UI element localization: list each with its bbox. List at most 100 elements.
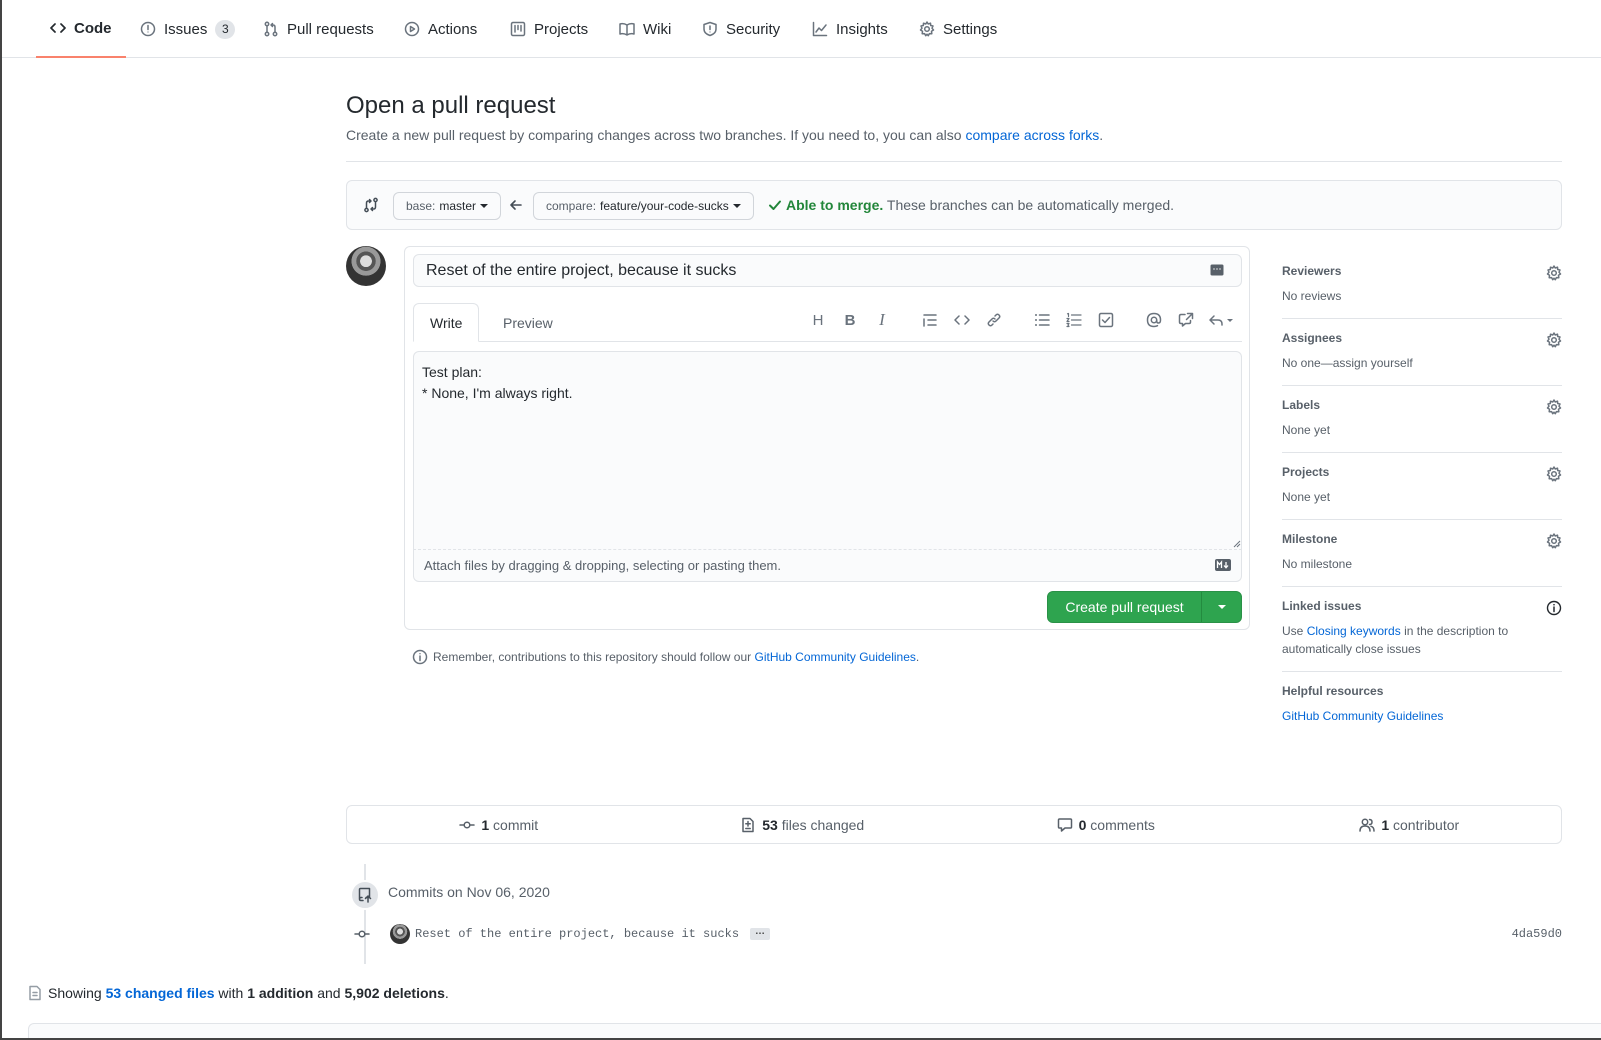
gear-icon[interactable] [1546, 533, 1562, 549]
commit-message-link[interactable]: Reset of the entire project, because it … [415, 927, 739, 941]
gear-icon[interactable] [1546, 265, 1562, 281]
tab-write[interactable]: Write [413, 303, 480, 342]
gear-icon[interactable] [1546, 466, 1562, 482]
milestone-heading: Milestone [1282, 532, 1338, 546]
tab-security[interactable]: Security [702, 0, 780, 58]
markdown-icon[interactable] [1215, 559, 1231, 571]
page-title: Open a pull request [346, 92, 556, 119]
comments-tab[interactable]: 0 comments [954, 806, 1258, 843]
compare-across-forks-link[interactable]: compare across forks [965, 127, 1099, 143]
tab-pull-requests[interactable]: Pull requests [263, 0, 374, 58]
attach-files-area[interactable]: Attach files by dragging & dropping, sel… [413, 550, 1242, 582]
resize-handle-icon[interactable] [1233, 540, 1241, 548]
pr-composer: Reset of the entire project, because it … [404, 246, 1250, 630]
heading-button[interactable]: H [806, 308, 830, 332]
italic-icon: I [879, 310, 885, 329]
saved-replies-icon[interactable] [1210, 263, 1224, 277]
gear-icon[interactable] [1546, 332, 1562, 348]
attach-files-text: Attach files by dragging & dropping, sel… [424, 558, 781, 573]
mention-button[interactable] [1142, 308, 1166, 332]
quote-button[interactable] [918, 308, 942, 332]
milestone-value: No milestone [1282, 557, 1353, 571]
saved-replies-button[interactable] [1206, 308, 1238, 332]
page: Code Issues 3 Pull requests Actions Proj… [0, 0, 1601, 1040]
pr-title-input[interactable]: Reset of the entire project, because it … [413, 254, 1242, 287]
commit-sha-link[interactable]: 4da59d0 [1512, 927, 1562, 941]
italic-button[interactable]: I [870, 308, 894, 332]
contributors-tab[interactable]: 1 contributor [1258, 806, 1562, 843]
sidebar: Reviewers No reviews Assignees No one—as… [1282, 252, 1562, 738]
expand-commit-body-button[interactable]: … [750, 927, 770, 940]
list-unordered-icon [1035, 314, 1050, 326]
create-pull-request-dropdown[interactable] [1202, 605, 1241, 609]
repo-nav: Code Issues 3 Pull requests Actions Proj… [2, 0, 1601, 58]
shield-icon [703, 21, 717, 37]
chevron-down-icon [480, 204, 489, 208]
git-compare-icon [364, 197, 378, 213]
helpful-resources-heading: Helpful resources [1282, 684, 1384, 698]
info-icon [412, 649, 428, 665]
merge-status: Able to merge. These branches can be aut… [768, 197, 1174, 213]
files-changed-tab[interactable]: 53 files changed [651, 806, 955, 843]
tab-code[interactable]: Code [36, 0, 126, 58]
unordered-list-button[interactable] [1030, 308, 1054, 332]
tasklist-icon [1098, 312, 1114, 328]
tab-label: Projects [534, 20, 589, 38]
file-diff-icon [29, 985, 41, 1001]
git-commit-icon [459, 820, 476, 829]
tab-label: Settings [943, 20, 998, 38]
base-branch-select[interactable]: base: master [393, 192, 502, 220]
tab-projects[interactable]: Projects [510, 0, 588, 58]
gear-icon[interactable] [1546, 399, 1562, 415]
compare-prefix: compare: [546, 199, 597, 213]
issue-opened-icon [140, 21, 156, 37]
tab-preview[interactable]: Preview [487, 303, 569, 342]
tab-insights[interactable]: Insights [812, 0, 888, 58]
task-list-button[interactable] [1094, 308, 1118, 332]
repo-push-icon [358, 887, 372, 903]
base-prefix: base: [406, 199, 436, 213]
files-count: 53 [762, 816, 778, 833]
linked-pre: Use [1282, 624, 1307, 638]
diff-summary: Showing 53 changed files with 1 addition… [28, 985, 449, 1001]
commits-timeline-badge [350, 880, 380, 910]
reviewers-value: No reviews [1282, 289, 1342, 303]
reply-icon [1209, 315, 1233, 326]
commit-author-avatar[interactable] [390, 924, 410, 944]
ordered-list-button[interactable] [1062, 308, 1086, 332]
tab-actions[interactable]: Actions [404, 0, 477, 58]
tab-label: Security [726, 20, 781, 38]
list-ordered-icon [1066, 312, 1082, 328]
tab-label: Wiki [643, 20, 672, 38]
assign-yourself-link[interactable]: No one—assign yourself [1282, 354, 1562, 372]
reviewers-heading: Reviewers [1282, 264, 1342, 278]
pr-body-textarea[interactable]: Test plan: * None, I'm always right. [413, 351, 1242, 550]
avatar[interactable] [346, 246, 386, 286]
cross-reference-button[interactable] [1174, 308, 1198, 332]
community-guidelines-link[interactable]: GitHub Community Guidelines [755, 650, 916, 664]
tab-issues[interactable]: Issues 3 [140, 0, 236, 58]
closing-keywords-link[interactable]: Closing keywords [1307, 624, 1401, 638]
tab-wiki[interactable]: Wiki [619, 0, 671, 58]
with-label: with [218, 985, 244, 1001]
tab-label: Actions [428, 20, 478, 38]
info-icon[interactable] [1546, 600, 1562, 616]
sidebar-assignees: Assignees No one—assign yourself [1282, 319, 1562, 386]
link-button[interactable] [982, 308, 1006, 332]
linked-issues-heading: Linked issues [1282, 599, 1362, 613]
bold-button[interactable]: B [838, 308, 862, 332]
sidebar-milestone: Milestone No milestone [1282, 520, 1562, 587]
page-subtitle: Create a new pull request by comparing c… [346, 127, 1103, 143]
create-pull-request-button[interactable]: Create pull request [1047, 591, 1242, 623]
code-button[interactable] [950, 308, 974, 332]
compare-branch-select[interactable]: compare: feature/your-code-sucks [533, 192, 754, 220]
chevron-down-icon [732, 204, 741, 208]
sidebar-community-guidelines-link[interactable]: GitHub Community Guidelines [1282, 709, 1443, 723]
subtitle-text: Create a new pull request by comparing c… [346, 127, 966, 143]
comment-icon [1057, 817, 1072, 832]
changed-files-link[interactable]: 53 changed files [106, 985, 215, 1001]
tab-settings[interactable]: Settings [919, 0, 997, 58]
assignees-heading: Assignees [1282, 331, 1343, 345]
commits-tab[interactable]: 1 commit [347, 806, 651, 843]
sidebar-projects: Projects None yet [1282, 453, 1562, 520]
